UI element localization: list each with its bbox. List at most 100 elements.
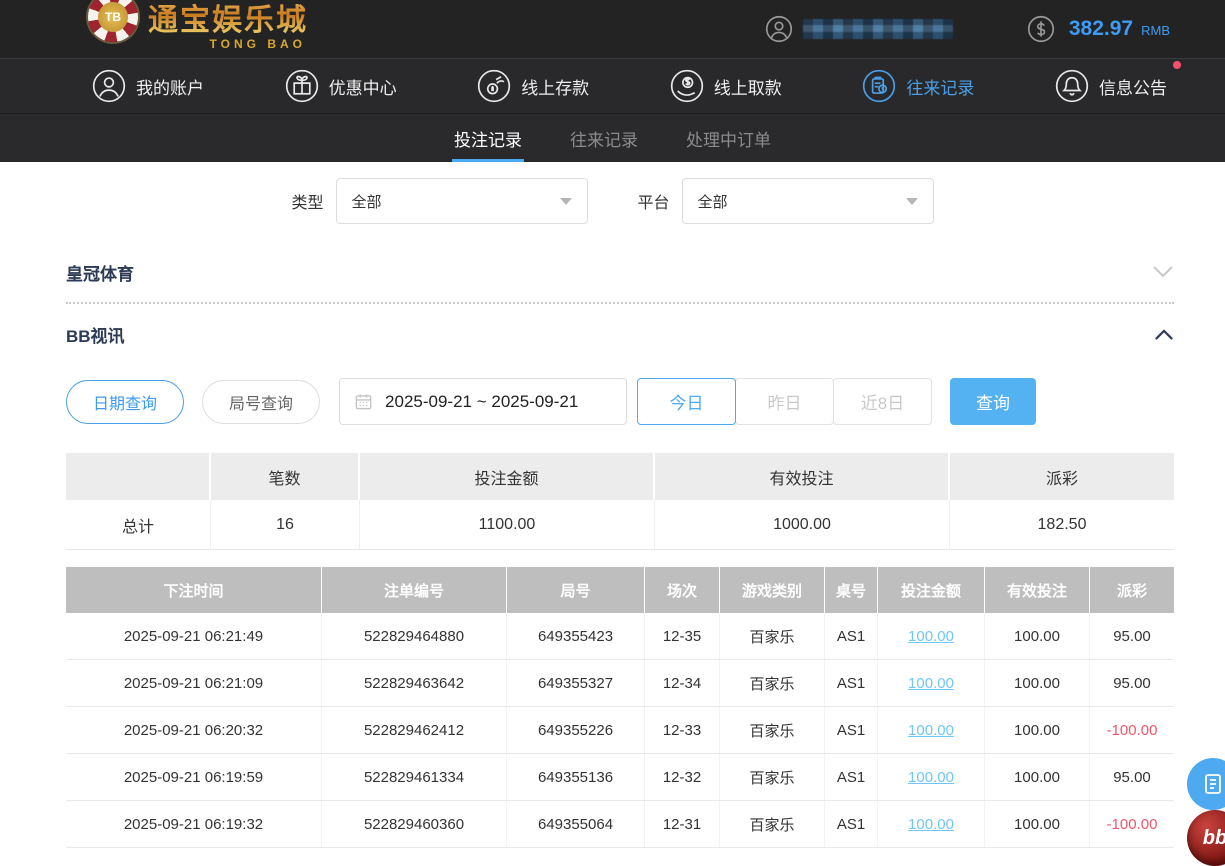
type-filter-label: 类型 bbox=[291, 195, 324, 212]
nav-item-account[interactable]: 我的账户 bbox=[92, 69, 204, 103]
cell-game: 百家乐 bbox=[720, 754, 825, 800]
notification-dot bbox=[1172, 61, 1181, 69]
cell-amount: 100.00 bbox=[878, 660, 985, 706]
cell-session: 12-31 bbox=[645, 801, 720, 847]
table-row: 2025-09-21 06:21:49 522829464880 649355423… bbox=[66, 613, 1174, 660]
bet-amount-link[interactable]: 100.00 bbox=[908, 628, 954, 645]
deposit-icon bbox=[478, 69, 511, 103]
quick-yesterday-button[interactable]: 昨日 bbox=[735, 378, 835, 425]
cell-game: 百家乐 bbox=[720, 660, 825, 706]
summary-payout: 182.50 bbox=[950, 500, 1174, 550]
section-bb-video: BB视讯 bbox=[66, 304, 1174, 364]
user-icon bbox=[765, 15, 792, 43]
cell-payout: -100.00 bbox=[1106, 721, 1158, 739]
quick-last8days-button[interactable]: 近8日 bbox=[833, 378, 933, 425]
cell-round: 649355423 bbox=[507, 613, 645, 659]
column-header: 注单编号 bbox=[322, 567, 507, 613]
query-controls: 日期查询 局号查询 2025-09-21 ~ 2025-09-21 今日 昨日 … bbox=[66, 378, 1174, 425]
quick-range-group: 今日 昨日 近8日 bbox=[637, 378, 933, 425]
username-censored bbox=[802, 19, 953, 39]
search-button[interactable]: 查询 bbox=[950, 378, 1037, 425]
main-nav: 我的账户 优惠中心 线上存款 线上取款 往来记录 信息公告 bbox=[0, 58, 1225, 113]
cell-time: 2025-09-21 06:21:49 bbox=[66, 613, 322, 659]
tab-pending-orders[interactable]: 处理中订单 bbox=[684, 114, 773, 163]
platform-filter-label: 平台 bbox=[637, 195, 670, 212]
column-header: 投注金额 bbox=[878, 567, 985, 613]
column-header: 桌号 bbox=[825, 567, 878, 613]
bell-icon bbox=[1055, 69, 1089, 103]
user-account[interactable] bbox=[765, 15, 953, 43]
cell-amount: 100.00 bbox=[878, 801, 985, 847]
section-bb-video-header[interactable]: BB视讯 bbox=[66, 304, 1174, 364]
table-header-row: 下注时间 注单编号 局号 场次 游戏类别 桌号 投注金额 有效投注 派彩 bbox=[66, 567, 1174, 613]
cell-round: 649355226 bbox=[507, 707, 645, 753]
bet-amount-link[interactable]: 100.00 bbox=[908, 816, 954, 833]
records-icon bbox=[863, 69, 896, 103]
tab-bet-records[interactable]: 投注记录 bbox=[452, 114, 524, 163]
nav-item-records[interactable]: 往来记录 bbox=[862, 69, 974, 103]
account-icon bbox=[92, 69, 126, 103]
cell-slip: 522829462412 bbox=[322, 707, 507, 753]
date-query-button[interactable]: 日期查询 bbox=[66, 379, 185, 424]
section-crown-sports-header[interactable]: 皇冠体育 bbox=[66, 242, 1174, 302]
logo-subtitle: TONG BAO bbox=[209, 37, 306, 51]
tab-transaction-records[interactable]: 往来记录 bbox=[568, 114, 640, 163]
table-body: 2025-09-21 06:21:49 522829464880 649355423… bbox=[66, 613, 1174, 848]
logo-chip-icon: TB bbox=[88, 0, 138, 42]
bet-amount-link[interactable]: 100.00 bbox=[908, 769, 954, 786]
chevron-down-icon bbox=[559, 197, 572, 205]
bet-amount-link[interactable]: 100.00 bbox=[908, 722, 954, 739]
calendar-icon bbox=[355, 394, 372, 410]
nav-item-announcements[interactable]: 信息公告 bbox=[1055, 61, 1181, 103]
nav-item-deposit[interactable]: 线上存款 bbox=[477, 69, 589, 103]
cell-session: 12-32 bbox=[645, 754, 720, 800]
cell-valid: 100.00 bbox=[985, 707, 1090, 753]
cell-session: 12-33 bbox=[645, 707, 720, 753]
cell-game: 百家乐 bbox=[720, 613, 825, 659]
platform-select[interactable]: 全部 bbox=[681, 178, 934, 224]
cell-slip: 522829464880 bbox=[322, 613, 507, 659]
cell-payout: -100.00 bbox=[1106, 815, 1158, 833]
cell-slip: 522829463642 bbox=[322, 660, 507, 706]
cell-time: 2025-09-21 06:20:32 bbox=[66, 707, 322, 753]
column-header: 派彩 bbox=[1116, 582, 1147, 600]
summary-total-row: 总计 16 1100.00 1000.00 182.50 bbox=[66, 500, 1174, 550]
column-header: 游戏类别 bbox=[720, 567, 825, 613]
table-row: 2025-09-21 06:21:09 522829463642 649355327… bbox=[66, 660, 1174, 707]
nav-item-promotions[interactable]: 优惠中心 bbox=[285, 69, 397, 103]
site-logo[interactable]: TB 通宝娱乐城 TONG BAO bbox=[88, 0, 308, 51]
balance-currency: RMB bbox=[1141, 23, 1170, 38]
gift-icon bbox=[285, 69, 318, 103]
cell-game: 百家乐 bbox=[720, 801, 825, 847]
logo-title: 通宝娱乐城 bbox=[148, 0, 308, 39]
summary-bet-amount: 1100.00 bbox=[360, 500, 655, 550]
summary-table: 笔数 投注金额 有效投注 派彩 总计 16 1100.00 1000.00 18… bbox=[66, 453, 1174, 550]
cell-round: 649355327 bbox=[507, 660, 645, 706]
balance[interactable]: 382.97 RMB bbox=[1069, 17, 1170, 41]
filter-row: 类型 全部 平台 全部 bbox=[0, 178, 1225, 224]
cell-time: 2025-09-21 06:21:09 bbox=[66, 660, 322, 706]
cell-valid: 100.00 bbox=[985, 801, 1090, 847]
main-content: 类型 全部 平台 全部 皇冠体育 BB视讯 日期查询 局号查询 2025-09-… bbox=[0, 162, 1225, 857]
chevron-down-icon bbox=[1153, 266, 1173, 278]
cell-payout: 95.00 bbox=[1113, 674, 1151, 692]
document-icon bbox=[1205, 774, 1221, 794]
cell-payout: 95.00 bbox=[1113, 627, 1151, 645]
summary-count: 16 bbox=[211, 500, 360, 550]
column-header: 局号 bbox=[507, 567, 645, 613]
column-header: 场次 bbox=[645, 567, 720, 613]
nav-item-withdraw[interactable]: 线上取款 bbox=[670, 69, 782, 103]
coin-icon bbox=[1027, 15, 1054, 43]
cell-game: 百家乐 bbox=[720, 707, 825, 753]
quick-today-button[interactable]: 今日 bbox=[637, 378, 737, 425]
date-range-input[interactable]: 2025-09-21 ~ 2025-09-21 bbox=[339, 378, 628, 425]
cell-table: AS1 bbox=[825, 754, 878, 800]
type-select[interactable]: 全部 bbox=[335, 178, 588, 224]
cell-slip: 522829461334 bbox=[322, 754, 507, 800]
cell-table: AS1 bbox=[825, 801, 878, 847]
round-query-button[interactable]: 局号查询 bbox=[202, 379, 321, 424]
cell-amount: 100.00 bbox=[878, 613, 985, 659]
cell-table: AS1 bbox=[825, 707, 878, 753]
balance-amount: 382.97 bbox=[1068, 17, 1134, 40]
bet-amount-link[interactable]: 100.00 bbox=[908, 675, 954, 692]
